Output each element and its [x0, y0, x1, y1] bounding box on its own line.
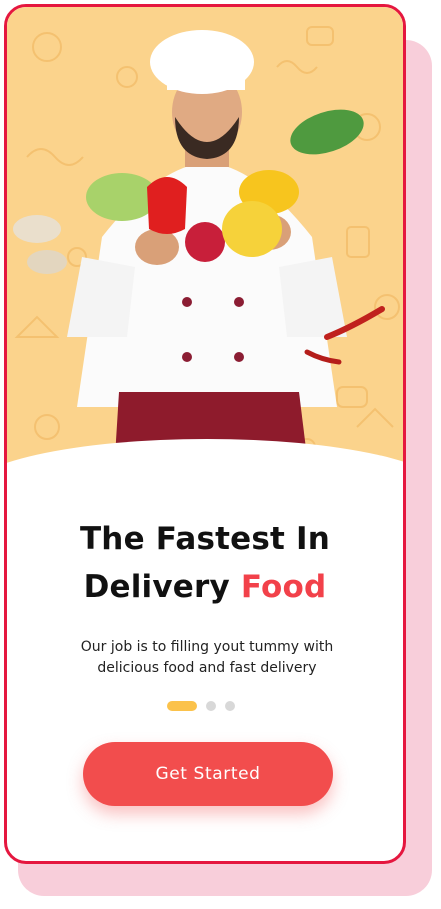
title-accent-word: Food	[240, 569, 327, 605]
page-indicator	[167, 701, 235, 711]
get-started-button[interactable]: Get Started	[83, 742, 333, 806]
title-line-2-prefix: Delivery	[83, 569, 241, 605]
hero-image	[7, 7, 403, 485]
subtitle: Our job is to filling yout tummy with de…	[37, 637, 377, 679]
hero-curve	[7, 439, 403, 579]
chef-illustration	[13, 26, 400, 457]
subtitle-line-2: delicious food and fast delivery	[97, 660, 317, 676]
phone-frame: The Fastest In Delivery Food Our job is …	[4, 4, 406, 864]
title-line-2: Delivery Food	[7, 569, 403, 605]
page-dot-3[interactable]	[225, 701, 235, 711]
page-dot-1-active[interactable]	[167, 701, 197, 711]
subtitle-line-1: Our job is to filling yout tummy with	[80, 639, 334, 655]
title-line-1: The Fastest In	[79, 521, 331, 557]
page-dot-2[interactable]	[206, 701, 216, 711]
